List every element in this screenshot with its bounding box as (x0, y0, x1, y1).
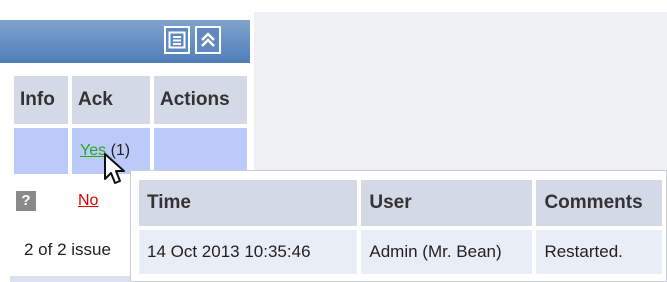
history-header-row: Time User Comments (139, 180, 662, 226)
question-icon[interactable]: ? (16, 191, 36, 211)
column-header-info: Info (14, 76, 68, 124)
column-header-comments: Comments (536, 180, 662, 226)
history-time: 14 Oct 2013 10:35:46 (139, 230, 358, 274)
ack-history-table: Time User Comments 14 Oct 2013 10:35:46 … (135, 176, 666, 278)
ack-no-link[interactable]: No (78, 192, 98, 209)
history-user: Admin (Mr. Bean) (361, 230, 533, 274)
issue-count-text: 2 of 2 issue (24, 240, 111, 259)
issue-row: Yes (1) (14, 128, 247, 174)
column-header-time: Time (139, 180, 358, 226)
issues-header-row: Info Ack Actions (14, 76, 247, 124)
history-comment: Restarted. (536, 230, 662, 274)
info-cell: ? (14, 178, 68, 224)
info-cell (14, 128, 68, 174)
column-header-user: User (361, 180, 533, 226)
history-row: 14 Oct 2013 10:35:46 Admin (Mr. Bean) Re… (139, 230, 662, 274)
mouse-cursor-icon (103, 152, 129, 191)
column-header-actions: Actions (154, 76, 247, 124)
panel-header (0, 20, 250, 63)
content-area (254, 12, 667, 170)
double-chevron-up-icon[interactable] (195, 26, 221, 54)
actions-cell (154, 128, 247, 174)
list-icon[interactable] (164, 26, 190, 54)
column-header-ack: Ack (72, 76, 150, 124)
ack-history-popup: Time User Comments 14 Oct 2013 10:35:46 … (130, 170, 667, 282)
